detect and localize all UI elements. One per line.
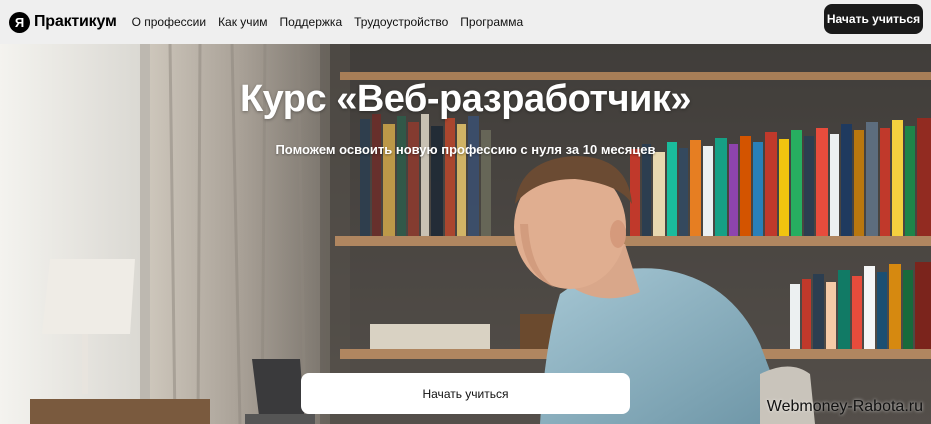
- nav-link-support[interactable]: Поддержка: [280, 15, 343, 29]
- watermark-text: Webmoney-Rabota.ru: [766, 398, 923, 415]
- main-nav: О профессии Как учим Поддержка Трудоустр…: [132, 15, 536, 29]
- top-navigation-bar: Я Практикум О профессии Как учим Поддерж…: [0, 0, 931, 44]
- nav-link-program[interactable]: Программа: [460, 15, 523, 29]
- hero-subtitle: Поможем освоить новую профессию с нуля з…: [275, 142, 656, 157]
- hero-title: Курс «Веб-разработчик»: [239, 78, 692, 120]
- start-learning-hero-button[interactable]: Начать учиться: [301, 373, 630, 414]
- start-learning-header-button[interactable]: Начать учиться: [824, 4, 923, 34]
- logo-text: Практикум: [34, 13, 117, 30]
- nav-link-about-profession[interactable]: О профессии: [132, 15, 206, 29]
- nav-link-how-we-teach[interactable]: Как учим: [218, 15, 267, 29]
- nav-link-employment[interactable]: Трудоустройство: [354, 15, 448, 29]
- hero-section: Курс «Веб-разработчик» Поможем освоить н…: [0, 44, 931, 424]
- logo[interactable]: Я Практикум: [9, 11, 117, 33]
- yandex-logo-icon: Я: [9, 11, 30, 33]
